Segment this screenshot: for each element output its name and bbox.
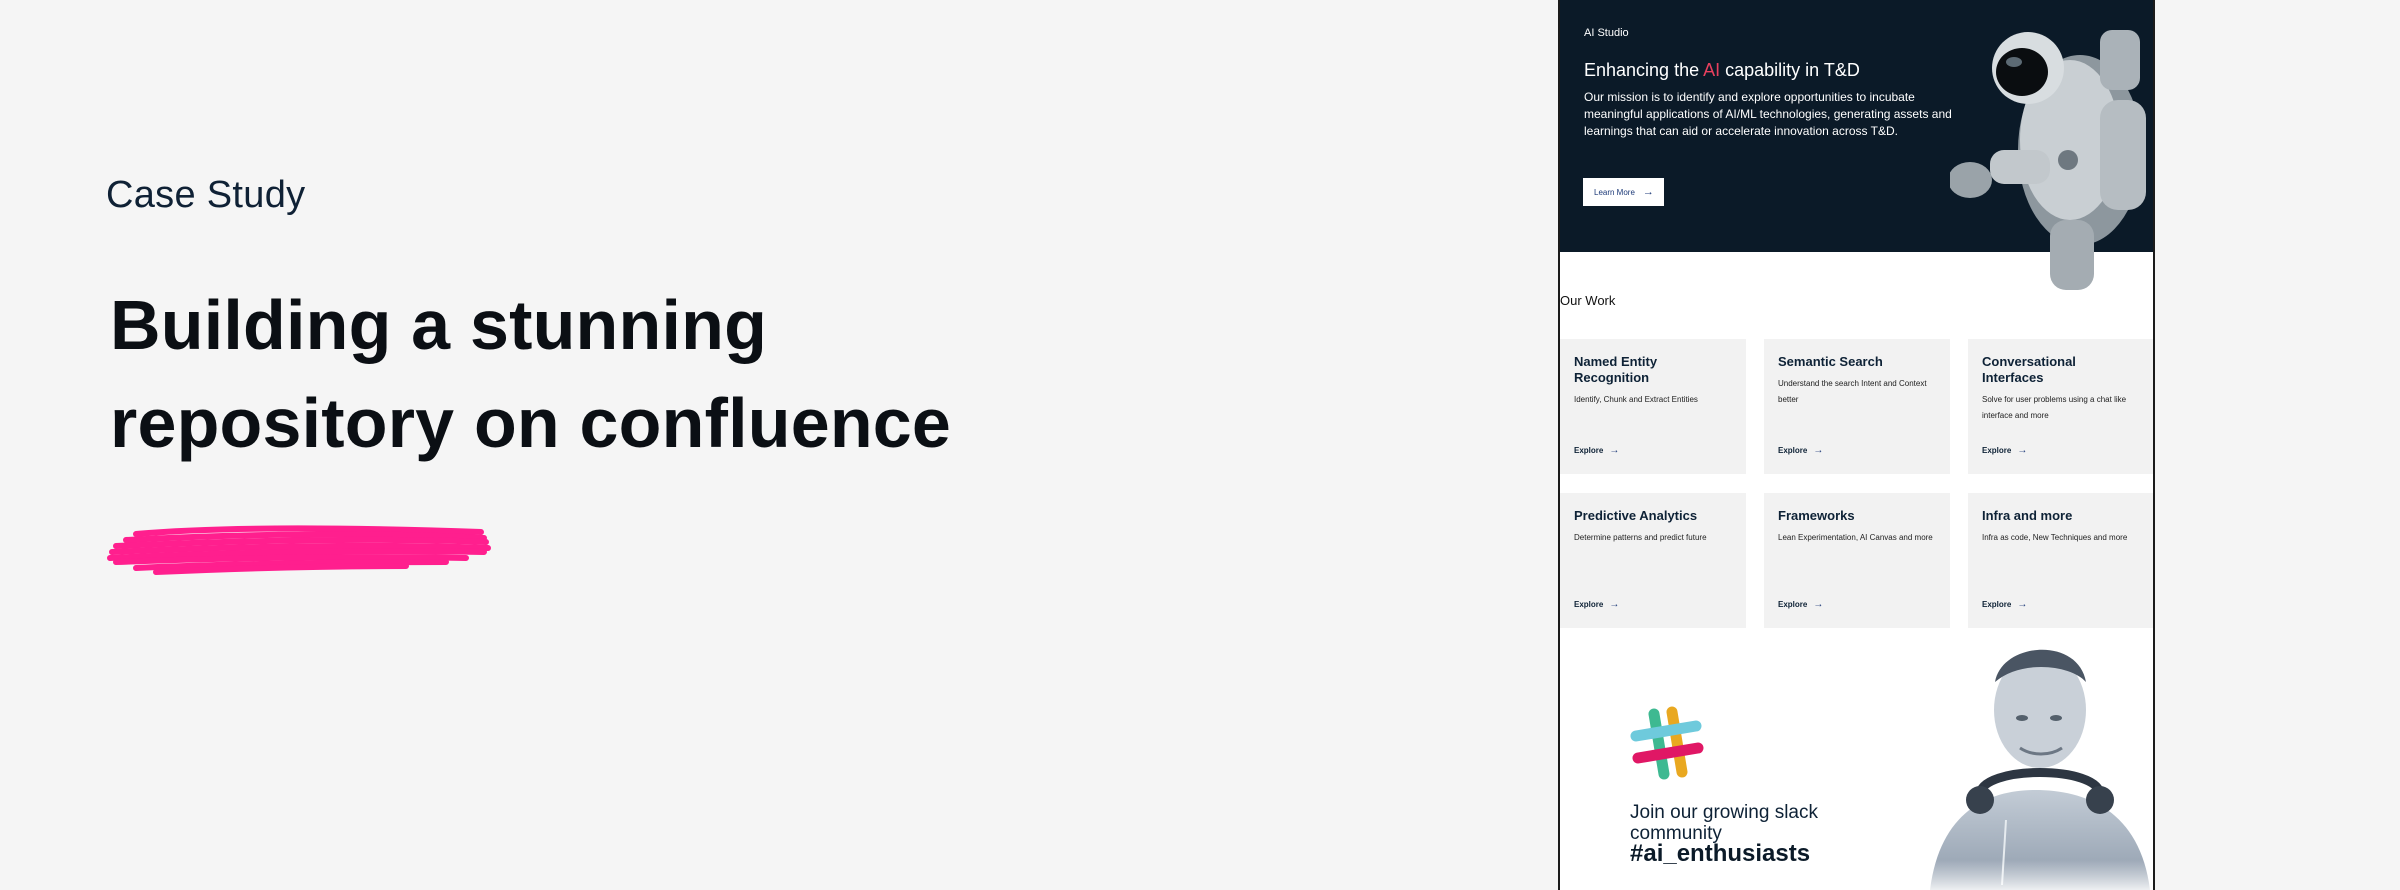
explore-label: Explore [1574, 446, 1604, 455]
explore-label: Explore [1778, 446, 1808, 455]
hero-heading-accent: AI [1703, 60, 1721, 80]
arrow-right-icon: → [1813, 599, 1824, 610]
card-frameworks[interactable]: Frameworks Lean Experimentation, AI Canv… [1764, 493, 1950, 628]
explore-link[interactable]: Explore → [1982, 599, 2027, 610]
person-with-headphones-photo [1930, 649, 2150, 890]
card-title: Frameworks [1778, 508, 1855, 523]
card-predictive-analytics[interactable]: Predictive Analytics Determine patterns … [1560, 493, 1746, 628]
confluence-page-preview: AI Studio Enhancing the AI capability in… [1558, 0, 2155, 890]
arrow-right-icon: → [2017, 445, 2028, 456]
explore-label: Explore [1574, 600, 1604, 609]
arrow-right-icon: → [1609, 445, 1620, 456]
hero-heading: Enhancing the AI capability in T&D [1584, 60, 1860, 81]
explore-link[interactable]: Explore → [1778, 445, 1823, 456]
card-title: Semantic Search [1778, 354, 1883, 369]
arrow-right-icon: → [1642, 186, 1654, 198]
learn-more-label: Learn More [1594, 187, 1635, 197]
card-title: Predictive Analytics [1574, 508, 1698, 523]
arrow-right-icon: → [2017, 599, 2028, 610]
card-semantic-search[interactable]: Semantic Search Understand the search In… [1764, 339, 1950, 474]
explore-link[interactable]: Explore → [1574, 445, 1619, 456]
card-conversational-interfaces[interactable]: Conversational Interfaces Solve for user… [1968, 339, 2153, 474]
hero-description: Our mission is to identify and explore o… [1584, 90, 1952, 138]
card-description: Lean Experimentation, AI Canvas and more [1778, 533, 1933, 542]
card-title: Named Entity Recognition [1574, 354, 1658, 385]
join-slack-text: Join our growing slack community [1630, 802, 1818, 844]
explore-label: Explore [1778, 600, 1808, 609]
card-description: Solve for user problems using a chat lik… [1982, 395, 2127, 420]
explore-label: Explore [1982, 600, 2012, 609]
card-title: Infra and more [1982, 508, 2073, 523]
pink-scribble-decoration [107, 525, 491, 575]
case-study-title-line-2: repository on confluence [110, 384, 952, 462]
case-study-title: Building a stunning repository on conflu… [110, 276, 1010, 472]
card-description: Determine patterns and predict future [1574, 533, 1707, 542]
learn-more-button[interactable]: Learn More → [1583, 178, 1664, 206]
card-infra-and-more[interactable]: Infra and more Infra as code, New Techni… [1968, 493, 2153, 628]
arrow-right-icon: → [1609, 599, 1620, 610]
card-named-entity-recognition[interactable]: Named Entity Recognition Identify, Chunk… [1560, 339, 1746, 474]
hero-heading-suffix: capability in T&D [1720, 60, 1860, 80]
brand-name: AI Studio [1584, 27, 1629, 39]
section-title-our-work: Our Work [1560, 293, 1616, 308]
astronaut-illustration [1950, 30, 2146, 290]
explore-link[interactable]: Explore → [1778, 599, 1823, 610]
card-description: Infra as code, New Techniques and more [1982, 533, 2128, 542]
explore-link[interactable]: Explore → [1982, 445, 2027, 456]
arrow-right-icon: → [1813, 445, 1824, 456]
explore-link[interactable]: Explore → [1574, 599, 1619, 610]
case-study-title-line-1: Building a stunning [110, 286, 768, 364]
bottom-fade-overlay [1560, 860, 2153, 890]
case-study-label: Case Study [106, 174, 306, 216]
slack-logo-icon [1630, 706, 1704, 780]
card-description: Identify, Chunk and Extract Entities [1574, 395, 1698, 404]
hero-heading-prefix: Enhancing the [1584, 60, 1704, 80]
explore-label: Explore [1982, 446, 2012, 455]
card-description: Understand the search Intent and Context… [1778, 379, 1927, 404]
card-title: Conversational Interfaces [1982, 354, 2076, 385]
